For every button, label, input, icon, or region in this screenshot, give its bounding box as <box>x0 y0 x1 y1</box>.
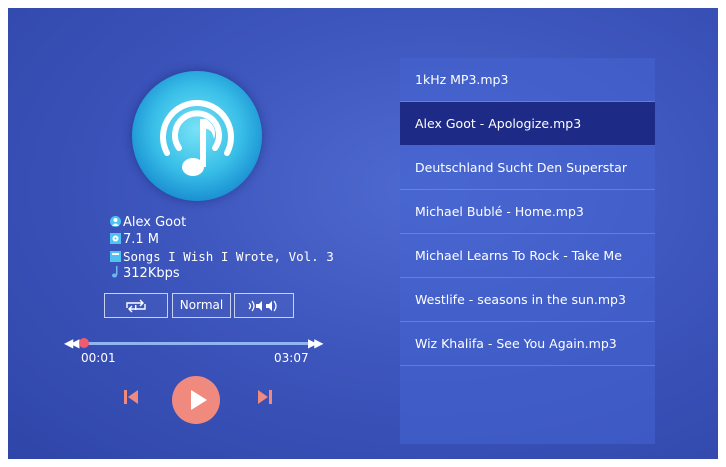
playlist-item[interactable]: Westlife - seasons in the sun.mp3 <box>400 278 655 322</box>
next-track-button[interactable] <box>256 387 274 407</box>
file-size-info: 7.1 M <box>110 232 159 248</box>
repeat-icon <box>126 299 146 313</box>
skip-forward-icon <box>258 390 272 404</box>
surround-speaker-icon <box>248 300 277 312</box>
rewind-icon[interactable]: ◀◀ <box>64 336 80 350</box>
playlist-item[interactable]: Wiz Khalifa - See You Again.mp3 <box>400 322 655 366</box>
note-icon <box>110 266 121 278</box>
music-note-icon <box>160 100 234 176</box>
skip-back-icon <box>124 390 138 404</box>
playlist-empty-row <box>400 366 655 410</box>
current-time: 00:01 <box>81 351 116 365</box>
playlist: 1kHz MP3.mp3 Alex Goot - Apologize.mp3 D… <box>400 58 655 444</box>
disk-icon <box>110 233 121 244</box>
album-art-disc <box>132 71 262 201</box>
person-icon <box>110 216 121 227</box>
playlist-item[interactable]: Deutschland Sucht Den Superstar <box>400 146 655 190</box>
eq-mode-button[interactable]: Normal <box>172 293 231 318</box>
fast-forward-icon[interactable]: ▶▶ <box>308 336 324 350</box>
eq-mode-label: Normal <box>179 298 224 312</box>
repeat-mode-button[interactable] <box>104 293 168 318</box>
album-icon <box>110 250 121 262</box>
play-button[interactable] <box>172 376 220 424</box>
bitrate: 312Kbps <box>123 266 180 281</box>
album-name: Songs I Wish I Wrote, Vol. 3 <box>123 249 334 264</box>
playlist-item[interactable]: 1kHz MP3.mp3 <box>400 58 655 102</box>
artist-info: Alex Goot <box>110 215 186 231</box>
playlist-item-selected[interactable]: Alex Goot - Apologize.mp3 <box>400 102 655 146</box>
play-icon <box>191 390 207 410</box>
file-size: 7.1 M <box>123 232 160 247</box>
artist-name: Alex Goot <box>123 215 187 230</box>
album-info: Songs I Wish I Wrote, Vol. 3 <box>110 249 334 265</box>
progress-bar[interactable] <box>84 342 316 345</box>
bitrate-info: 312Kbps <box>110 266 180 282</box>
total-time: 03:07 <box>274 351 309 365</box>
player-screen: Alex Goot 7.1 M Songs I Wish I Wrote, Vo… <box>8 8 718 459</box>
playlist-item[interactable]: Michael Bublé - Home.mp3 <box>400 190 655 234</box>
progress-knob[interactable] <box>79 338 89 348</box>
previous-track-button[interactable] <box>122 387 140 407</box>
playlist-item[interactable]: Michael Learns To Rock - Take Me <box>400 234 655 278</box>
sound-effect-button[interactable] <box>234 293 294 318</box>
